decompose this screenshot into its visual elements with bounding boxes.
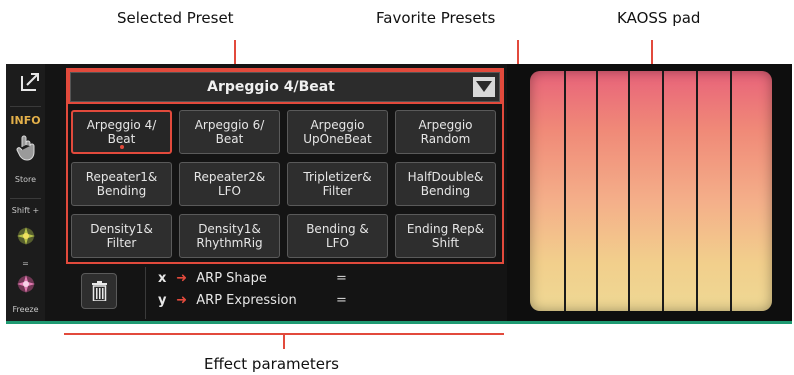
favorite-preset-button[interactable]: Arpeggio Random bbox=[395, 110, 496, 154]
kaoss-grid-line bbox=[662, 71, 664, 311]
star-burst-icon[interactable] bbox=[16, 226, 36, 246]
info-label[interactable]: INFO bbox=[6, 114, 45, 127]
axis-y-label: y bbox=[158, 293, 167, 308]
kaoss-grid-line bbox=[730, 71, 732, 311]
favorite-preset-button[interactable]: Tripletizer& Filter bbox=[287, 162, 388, 206]
divider bbox=[10, 198, 41, 199]
callout-kaoss-pad: KAOSS pad bbox=[617, 9, 701, 27]
axis-x-label: x bbox=[158, 271, 167, 286]
favorite-presets-frame: Arpeggio 4/Beat Arpeggio 4/ Beat Arpeggio… bbox=[66, 68, 504, 264]
param-name: ARP Shape bbox=[196, 271, 267, 286]
active-indicator-dot bbox=[120, 145, 124, 149]
param-row-y: y ➜ ARP Expression = bbox=[158, 292, 488, 310]
leader-effect-parameters-v bbox=[283, 333, 285, 349]
selected-preset-dropdown[interactable]: Arpeggio 4/Beat bbox=[70, 72, 500, 102]
favorite-preset-button[interactable]: Density1& RhythmRig bbox=[179, 214, 280, 258]
arrow-right-icon: ➜ bbox=[176, 271, 188, 286]
param-value: = bbox=[336, 271, 347, 286]
favorite-preset-button[interactable]: Repeater2& LFO bbox=[179, 162, 280, 206]
favorite-preset-button[interactable]: Repeater1& Bending bbox=[71, 162, 172, 206]
favorite-preset-button[interactable]: Density1& Filter bbox=[71, 214, 172, 258]
arrow-right-icon: ➜ bbox=[176, 293, 188, 308]
param-row-x: x ➜ ARP Shape = bbox=[158, 270, 488, 288]
param-name: ARP Expression bbox=[196, 293, 297, 308]
expand-icon[interactable] bbox=[18, 70, 42, 94]
favorite-preset-button[interactable]: Ending Rep& Shift bbox=[395, 214, 496, 258]
trash-icon bbox=[92, 281, 107, 301]
callout-favorite-presets: Favorite Presets bbox=[376, 9, 496, 27]
param-value: = bbox=[336, 293, 347, 308]
equals-label: = bbox=[22, 259, 29, 268]
freeze-label: Freeze bbox=[12, 305, 39, 314]
store-label[interactable]: Store bbox=[6, 175, 45, 184]
favorite-preset-button[interactable]: Bending & LFO bbox=[287, 214, 388, 258]
favorite-preset-button[interactable]: Arpeggio UpOneBeat bbox=[287, 110, 388, 154]
kaoss-grid-line bbox=[564, 71, 566, 311]
callout-selected-preset: Selected Preset bbox=[117, 9, 234, 27]
shift-label: Shift + bbox=[11, 206, 40, 215]
kaoss-pad[interactable] bbox=[530, 71, 772, 311]
divider bbox=[145, 267, 146, 319]
favorite-presets-grid: Arpeggio 4/ Beat Arpeggio 6/ Beat Arpeggio… bbox=[71, 110, 501, 262]
touch-hand-icon[interactable] bbox=[16, 135, 36, 161]
kaoss-grid-line bbox=[628, 71, 630, 311]
divider bbox=[10, 106, 41, 107]
callout-effect-parameters: Effect parameters bbox=[204, 355, 339, 373]
dropdown-button[interactable] bbox=[473, 77, 495, 97]
kaoss-grid-line bbox=[696, 71, 698, 311]
kaoss-grid-line bbox=[596, 71, 598, 311]
favorite-preset-button[interactable]: Arpeggio 6/ Beat bbox=[179, 110, 280, 154]
left-toolbar: INFO Store Shift + = Freeze bbox=[6, 64, 45, 322]
effect-parameters-area: x ➜ ARP Shape = y ➜ ARP Expression = bbox=[66, 265, 504, 321]
status-line bbox=[6, 321, 792, 324]
star-burst-icon-freeze[interactable] bbox=[16, 274, 36, 294]
favorite-preset-button[interactable]: HalfDouble& Bending bbox=[395, 162, 496, 206]
delete-button[interactable] bbox=[81, 273, 117, 309]
triangle-down-icon bbox=[476, 81, 492, 92]
selected-preset-name: Arpeggio 4/Beat bbox=[207, 79, 335, 95]
favorite-preset-button[interactable]: Arpeggio 4/ Beat bbox=[71, 110, 172, 154]
